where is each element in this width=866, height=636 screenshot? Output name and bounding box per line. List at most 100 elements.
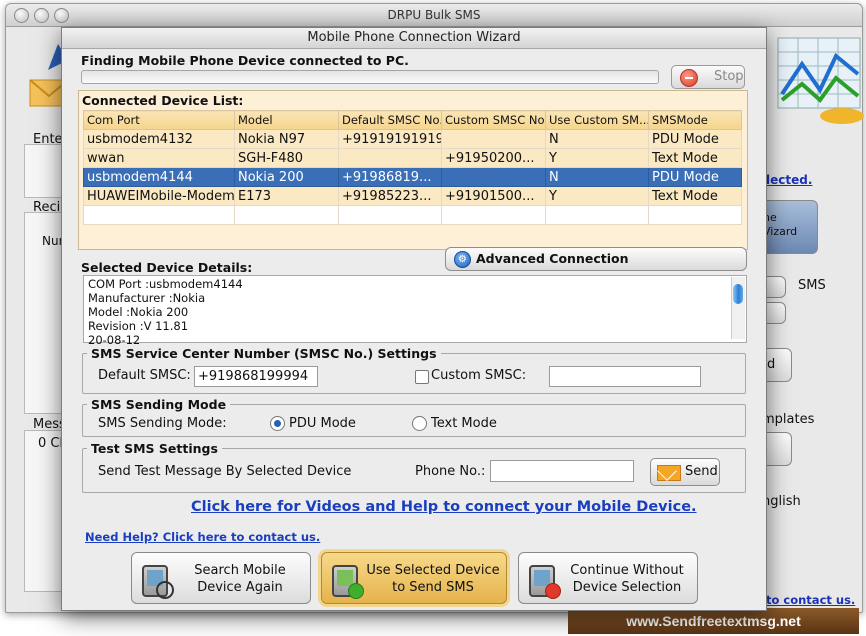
detail-line: 20-08-12	[88, 333, 141, 347]
app-title: DRPU Bulk SMS	[387, 8, 481, 22]
column-header[interactable]: Com Port	[83, 110, 235, 130]
column-header[interactable]: SMSMode	[648, 110, 742, 130]
continue-button-label: Continue Without Device Selection	[563, 562, 691, 596]
cell-custom-smsc: +91950200...	[441, 148, 546, 168]
details-scrollbar[interactable]	[731, 277, 745, 339]
text-mode-label: Text Mode	[431, 416, 497, 431]
bg-sms-label: SMS	[798, 278, 826, 293]
empty-row	[83, 205, 742, 225]
custom-smsc-label: Custom SMSC:	[431, 368, 527, 383]
send-button-label: Send	[685, 464, 718, 479]
advanced-troubleshooting-button[interactable]: ⚙ Advanced Connection Troubleshooting	[445, 247, 747, 288]
use-button-line1: Use Selected Device	[366, 563, 500, 578]
videos-help-link[interactable]: Click here for Videos and Help to connec…	[191, 499, 697, 515]
cell-model: SGH-F480	[234, 148, 339, 168]
default-smsc-label: Default SMSC:	[98, 368, 191, 383]
detail-line: Manufacturer :Nokia	[88, 291, 206, 305]
need-help-link[interactable]: Need Help? Click here to contact us.	[85, 530, 320, 544]
bg-templates-label: mplates	[762, 412, 815, 427]
test-sms-legend: Test SMS Settings	[91, 441, 218, 456]
column-header[interactable]: Custom SMSC No.	[441, 110, 546, 130]
connected-device-list: Connected Device List: Com Port Model De…	[78, 90, 748, 302]
cell-use-custom: N	[545, 167, 649, 187]
detail-line: Revision :V 11.81	[88, 319, 189, 333]
send-test-button[interactable]: Send	[650, 458, 720, 486]
device-list-caption: Connected Device List:	[82, 93, 244, 108]
use-button-line2: to Send SMS	[392, 580, 474, 595]
bg-selected-link[interactable]: lected.	[766, 173, 812, 187]
brand-banner[interactable]: www.Sendfreetextmsg.net	[568, 608, 859, 634]
cell-model: Nokia N97	[234, 129, 339, 149]
search-progress-bar	[81, 70, 659, 84]
bg-english-label: nglish	[762, 494, 801, 509]
custom-smsc-field[interactable]	[549, 366, 701, 387]
cell-model: E173	[234, 186, 339, 206]
sending-mode-label: SMS Sending Mode:	[98, 416, 227, 431]
details-scrollbar-thumb[interactable]	[733, 284, 743, 304]
device-row[interactable]: wwan SGH-F480 +91950200... Y Text Mode	[83, 148, 742, 168]
cell-com-port: HUAWEIMobile-Modem	[83, 186, 235, 206]
test-sms-label: Send Test Message By Selected Device	[98, 464, 352, 479]
bg-enter-panel	[24, 144, 66, 198]
device-row[interactable]: HUAWEIMobile-Modem E173 +91985223... +91…	[83, 186, 742, 206]
search-device-again-button[interactable]: Search Mobile Device Again	[131, 552, 311, 604]
continue-button-line1: Continue Without	[570, 563, 684, 578]
finding-device-label: Finding Mobile Phone Device connected to…	[81, 53, 409, 68]
default-smsc-field[interactable]: +919868199994	[194, 366, 318, 387]
column-header[interactable]: Use Custom SM...	[545, 110, 649, 130]
device-row-selected[interactable]: usbmodem4144 Nokia 200 +91986819... N PD…	[83, 167, 742, 187]
bg-d-button-label: d	[767, 357, 776, 372]
cell-use-custom: Y	[545, 148, 649, 168]
use-selected-device-button[interactable]: Use Selected Device to Send SMS	[321, 552, 507, 604]
smsc-legend: SMS Service Center Number (SMSC No.) Set…	[91, 346, 437, 361]
cell-sms-mode: PDU Mode	[648, 129, 742, 149]
phone-cancel-icon	[529, 565, 561, 599]
main-titlebar: DRPU Bulk SMS	[6, 4, 862, 27]
stop-button[interactable]: Stop	[671, 65, 745, 89]
detail-line: Model :Nokia 200	[88, 305, 189, 319]
device-row[interactable]: usbmodem4132 Nokia N97 +91919191919 N PD…	[83, 129, 742, 149]
cell-default-smsc	[338, 148, 442, 168]
device-table: Com Port Model Default SMSC No. Custom S…	[83, 110, 742, 225]
cell-com-port: usbmodem4132	[83, 129, 235, 149]
details-caption: Selected Device Details:	[81, 260, 253, 275]
text-mode-radio[interactable]	[412, 416, 427, 431]
device-table-header: Com Port Model Default SMSC No. Custom S…	[83, 110, 742, 130]
device-details-box[interactable]: COM Port :usbmodem4144 Manufacturer :Nok…	[83, 275, 747, 347]
phone-number-label: Phone No.:	[415, 464, 486, 479]
bg-wizard-button[interactable]: ne Vizard	[760, 200, 818, 254]
search-button-label: Search Mobile Device Again	[176, 562, 304, 596]
cell-custom-smsc	[441, 167, 546, 187]
custom-smsc-checkbox[interactable]	[415, 370, 429, 384]
continue-button-line2: Device Selection	[572, 580, 682, 595]
phone-check-icon	[332, 565, 364, 599]
cell-default-smsc: +91985223...	[338, 186, 442, 206]
stop-button-label: Stop	[714, 69, 744, 84]
cell-use-custom: Y	[545, 186, 649, 206]
cell-custom-smsc	[441, 129, 546, 149]
column-header[interactable]: Default SMSC No.	[338, 110, 442, 130]
cell-use-custom: N	[545, 129, 649, 149]
cell-com-port: wwan	[83, 148, 235, 168]
bg-contact-link[interactable]: to contact us.	[766, 593, 855, 607]
cell-sms-mode: PDU Mode	[648, 167, 742, 187]
bg-message-panel	[24, 430, 66, 592]
envelope-icon	[657, 465, 681, 481]
detail-line: COM Port :usbmodem4144	[88, 277, 243, 291]
gear-icon: ⚙	[454, 251, 471, 268]
continue-without-device-button[interactable]: Continue Without Device Selection	[518, 552, 698, 604]
pdu-mode-label: PDU Mode	[289, 416, 356, 431]
use-device-button-label: Use Selected Device to Send SMS	[366, 562, 500, 596]
search-button-line1: Search Mobile	[194, 563, 286, 578]
stop-icon	[680, 69, 698, 87]
pdu-mode-radio[interactable]	[270, 416, 285, 431]
sending-mode-legend: SMS Sending Mode	[91, 397, 227, 412]
phone-number-field[interactable]	[490, 460, 634, 482]
cell-default-smsc: +91919191919	[338, 129, 442, 149]
search-phone-icon	[142, 565, 174, 599]
cell-custom-smsc: +91901500...	[441, 186, 546, 206]
cell-model: Nokia 200	[234, 167, 339, 187]
cell-sms-mode: Text Mode	[648, 148, 742, 168]
search-button-line2: Device Again	[197, 580, 283, 595]
column-header[interactable]: Model	[234, 110, 339, 130]
